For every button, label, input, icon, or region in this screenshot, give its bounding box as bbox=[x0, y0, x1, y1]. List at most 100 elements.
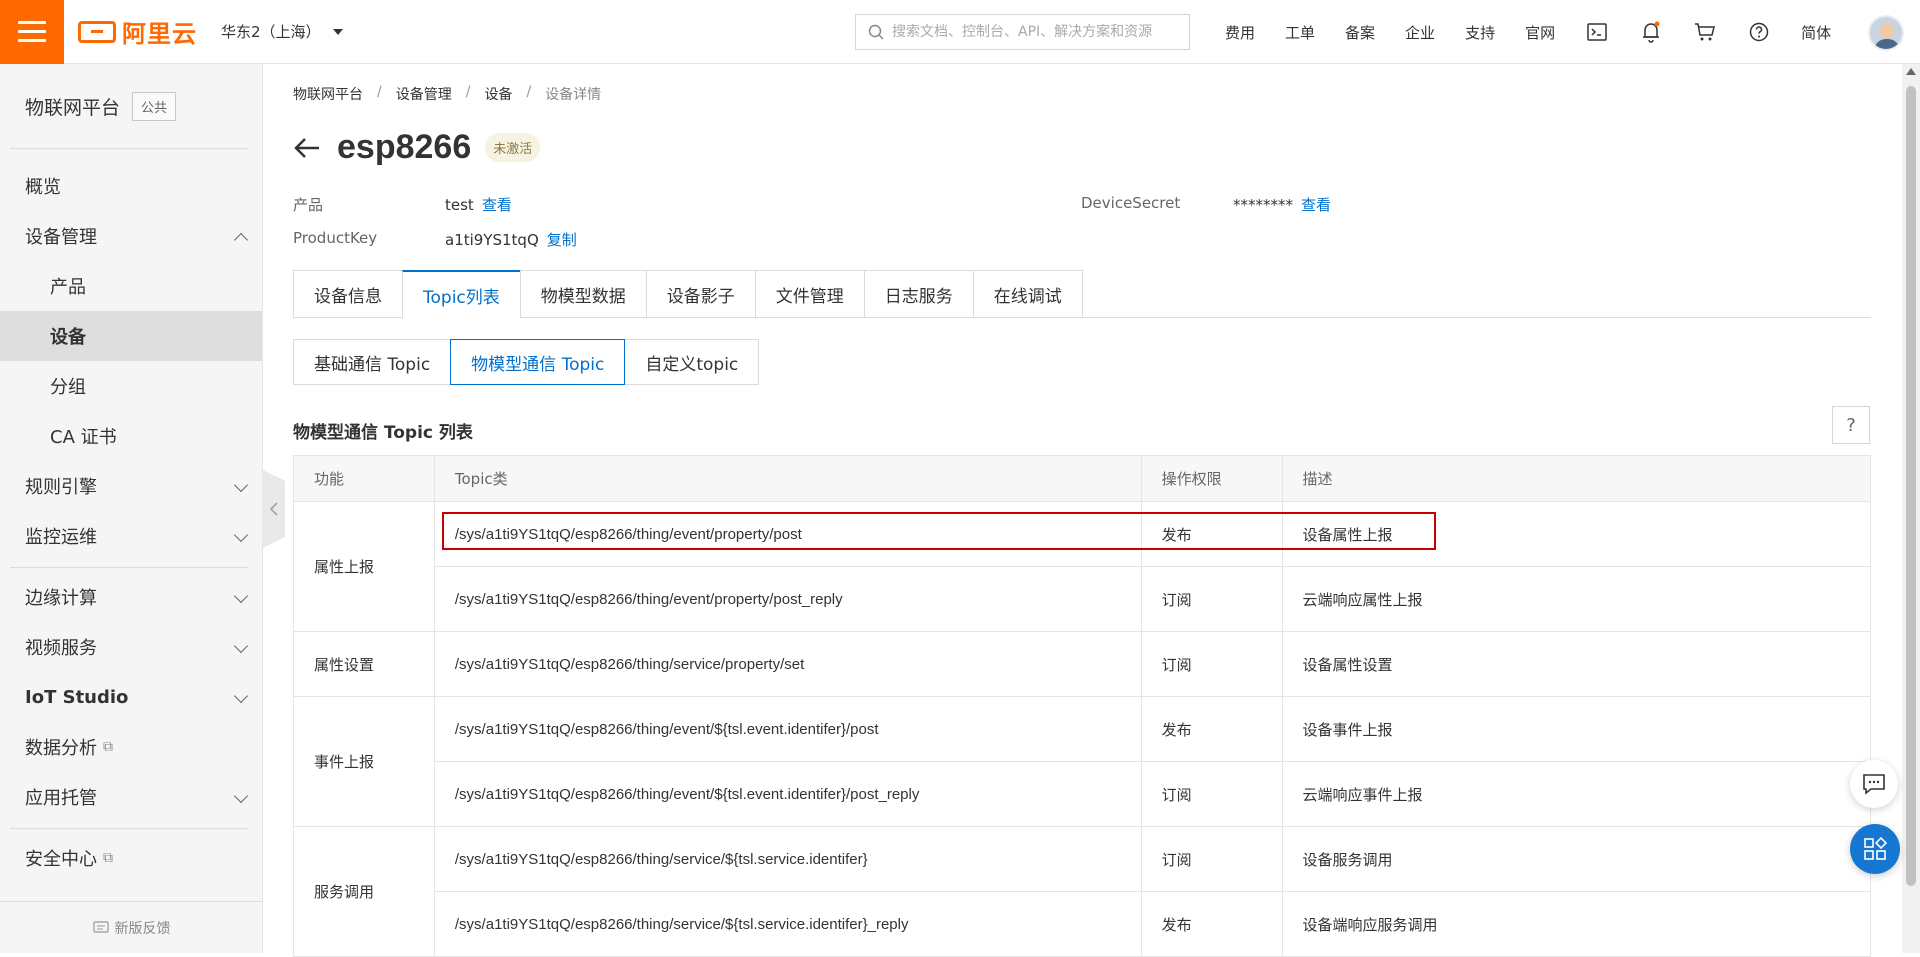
sidebar-item-iot-studio[interactable]: IoT Studio bbox=[0, 672, 262, 722]
bell-icon[interactable] bbox=[1640, 21, 1662, 43]
nav-fees[interactable]: 费用 bbox=[1225, 22, 1255, 43]
language-switch[interactable]: 简体 bbox=[1801, 22, 1831, 43]
sidebar-item-label: 分组 bbox=[50, 377, 86, 398]
breadcrumb-iot-platform[interactable]: 物联网平台 bbox=[293, 84, 363, 104]
secret-value-group: ******** 查看 bbox=[1233, 194, 1331, 215]
column-header-permission: 操作权限 bbox=[1140, 455, 1283, 502]
user-avatar[interactable] bbox=[1868, 15, 1904, 51]
sidebar-item-label: 设备管理 bbox=[25, 227, 97, 248]
scroll-thumb[interactable] bbox=[1906, 86, 1916, 886]
sidebar-item-overview[interactable]: 概览 bbox=[0, 161, 262, 211]
aliyun-logo[interactable]: 阿里云 bbox=[78, 14, 197, 49]
subtab-basic-topic[interactable]: 基础通信 Topic bbox=[293, 339, 452, 385]
sidebar-item-label: IoT Studio bbox=[25, 686, 129, 708]
terminal-icon[interactable] bbox=[1586, 21, 1608, 43]
topic-cell: /sys/a1ti9YS1tqQ/esp8266/thing/event/pro… bbox=[433, 566, 1142, 632]
subtab-tsl-topic[interactable]: 物模型通信 Topic bbox=[450, 339, 626, 385]
feedback-button[interactable]: 新版反馈 bbox=[0, 901, 263, 953]
breadcrumb-separator: / bbox=[526, 84, 532, 100]
tab-log-service[interactable]: 日志服务 bbox=[863, 270, 973, 318]
sidebar-item-app-hosting[interactable]: 应用托管 bbox=[0, 772, 262, 822]
help-icon[interactable] bbox=[1748, 21, 1770, 43]
tab-topic-list[interactable]: Topic列表 bbox=[402, 270, 520, 319]
section-help-button[interactable]: ? bbox=[1832, 406, 1870, 444]
description-cell: 设备端响应服务调用 bbox=[1281, 891, 1872, 957]
chevron-up-icon bbox=[233, 232, 249, 248]
sidebar-item-label: 规则引擎 bbox=[25, 477, 97, 498]
description-cell: 云端响应事件上报 bbox=[1281, 761, 1872, 827]
sidebar-item-devices[interactable]: 设备 bbox=[0, 311, 262, 361]
secret-info: DeviceSecret bbox=[1081, 194, 1180, 212]
product-view-link[interactable]: 查看 bbox=[482, 196, 512, 214]
sidebar-item-groups[interactable]: 分组 bbox=[0, 361, 262, 411]
main-content: 物联网平台 / 设备管理 / 设备 / 设备详情 esp8266 未激活 产品 … bbox=[264, 64, 1900, 957]
sidebar-item-ca-cert[interactable]: CA 证书 bbox=[0, 411, 262, 461]
table-header-row: 功能 Topic类 操作权限 描述 bbox=[293, 455, 1872, 502]
nav-enterprise[interactable]: 企业 bbox=[1405, 22, 1435, 43]
permission-cell: 订阅 bbox=[1140, 566, 1283, 632]
page-scrollbar[interactable] bbox=[1902, 64, 1920, 953]
hamburger-menu-button[interactable] bbox=[0, 0, 64, 64]
apps-float-button[interactable] bbox=[1850, 824, 1900, 874]
title-row: esp8266 未激活 bbox=[293, 128, 541, 167]
nav-support[interactable]: 支持 bbox=[1465, 22, 1495, 43]
secret-view-link[interactable]: 查看 bbox=[1301, 196, 1331, 214]
description-cell: 设备服务调用 bbox=[1281, 826, 1872, 892]
region-selector[interactable]: 华东2（上海） bbox=[221, 21, 343, 42]
breadcrumb-current: 设备详情 bbox=[545, 87, 602, 103]
function-cell: 服务调用 bbox=[293, 826, 435, 957]
sidebar-item-device-management[interactable]: 设备管理 bbox=[0, 211, 262, 261]
description-cell: 设备事件上报 bbox=[1281, 696, 1872, 762]
permission-cell: 发布 bbox=[1140, 501, 1283, 567]
sidebar-item-label: 监控运维 bbox=[25, 527, 97, 548]
sidebar-title: 物联网平台 bbox=[25, 96, 121, 119]
tab-online-debug[interactable]: 在线调试 bbox=[972, 270, 1083, 318]
tab-tsl-data[interactable]: 物模型数据 bbox=[519, 270, 646, 318]
scroll-up-arrow-icon[interactable] bbox=[1906, 68, 1916, 75]
nav-icp[interactable]: 备案 bbox=[1345, 22, 1375, 43]
sidebar-item-products[interactable]: 产品 bbox=[0, 261, 262, 311]
sidebar-item-video[interactable]: 视频服务 bbox=[0, 622, 262, 672]
menu-line bbox=[18, 39, 46, 42]
productkey-copy-link[interactable]: 复制 bbox=[547, 231, 577, 249]
sidebar-item-data-analysis[interactable]: 数据分析 ⧉ bbox=[0, 722, 262, 772]
sidebar-item-security-center[interactable]: 安全中心 ⧉ bbox=[0, 833, 262, 883]
table-row: 服务调用 /sys/a1ti9YS1tqQ/esp8266/thing/serv… bbox=[293, 826, 1872, 957]
nav-tickets[interactable]: 工单 bbox=[1285, 22, 1315, 43]
status-badge: 未激活 bbox=[485, 133, 541, 162]
tab-file-management[interactable]: 文件管理 bbox=[754, 270, 864, 318]
sidebar-item-label: 安全中心 bbox=[25, 849, 97, 870]
sidebar-item-rule-engine[interactable]: 规则引擎 bbox=[0, 461, 262, 511]
function-cell: 事件上报 bbox=[293, 696, 435, 827]
tab-device-shadow[interactable]: 设备影子 bbox=[645, 270, 755, 318]
topic-cell: /sys/a1ti9YS1tqQ/esp8266/thing/service/$… bbox=[433, 826, 1142, 892]
instance-badge[interactable]: 公共 bbox=[132, 91, 177, 121]
back-arrow-icon[interactable] bbox=[293, 133, 323, 163]
topic-cell: /sys/a1ti9YS1tqQ/esp8266/thing/event/pro… bbox=[433, 501, 1142, 567]
chat-icon bbox=[1863, 774, 1885, 795]
tab-device-info[interactable]: 设备信息 bbox=[293, 270, 402, 318]
topic-cell: /sys/a1ti9YS1tqQ/esp8266/thing/event/${t… bbox=[433, 761, 1142, 827]
nav-website[interactable]: 官网 bbox=[1525, 22, 1555, 43]
topic-cell: /sys/a1ti9YS1tqQ/esp8266/thing/service/p… bbox=[433, 631, 1142, 697]
sidebar-item-edge-computing[interactable]: 边缘计算 bbox=[0, 572, 262, 622]
cart-icon[interactable] bbox=[1694, 21, 1716, 43]
menu-line bbox=[18, 21, 46, 24]
sidebar-item-monitoring[interactable]: 监控运维 bbox=[0, 511, 262, 561]
product-value: test bbox=[445, 196, 474, 214]
chat-float-button[interactable] bbox=[1850, 760, 1898, 808]
search-icon bbox=[868, 24, 884, 40]
breadcrumb-devices[interactable]: 设备 bbox=[484, 84, 512, 104]
permission-cell: 订阅 bbox=[1140, 761, 1283, 827]
sidebar-item-label: 设备 bbox=[50, 327, 86, 348]
chevron-down-icon bbox=[233, 788, 249, 804]
column-header-function: 功能 bbox=[293, 455, 435, 502]
breadcrumb-device-management[interactable]: 设备管理 bbox=[396, 84, 452, 104]
table-row: /sys/a1ti9YS1tqQ/esp8266/thing/event/${t… bbox=[294, 761, 1872, 827]
search-input[interactable] bbox=[892, 24, 1182, 40]
product-value-group: test 查看 bbox=[445, 194, 512, 215]
search-box[interactable] bbox=[855, 14, 1190, 50]
chevron-down-icon bbox=[233, 688, 249, 704]
subtab-custom-topic[interactable]: 自定义topic bbox=[624, 339, 760, 385]
breadcrumb: 物联网平台 / 设备管理 / 设备 / 设备详情 bbox=[293, 84, 601, 104]
